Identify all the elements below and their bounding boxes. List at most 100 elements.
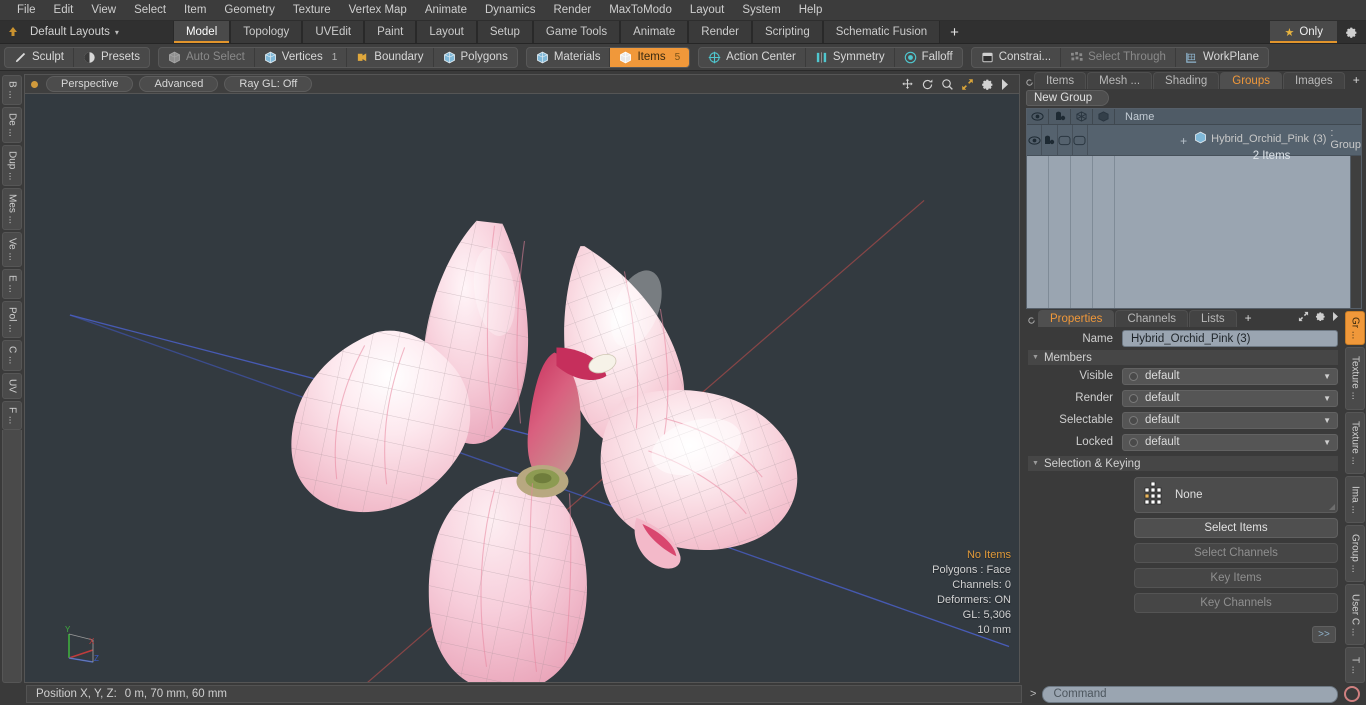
menu-item-animate[interactable]: Animate bbox=[416, 2, 476, 18]
panel-rotate-icon[interactable] bbox=[1025, 316, 1038, 327]
left-tab-pol[interactable]: Pol ... bbox=[2, 300, 22, 339]
wire-icon[interactable] bbox=[1071, 109, 1093, 124]
panel-tab-mesh[interactable]: Mesh ... bbox=[1087, 72, 1153, 89]
toolbar-button-workplane[interactable]: WorkPlane bbox=[1176, 48, 1268, 67]
properties-tab-channels[interactable]: Channels bbox=[1115, 310, 1189, 327]
panel-tab-items[interactable]: Items bbox=[1034, 72, 1087, 89]
toolbar-button-sculpt[interactable]: Sculpt bbox=[5, 47, 74, 67]
left-tab-b[interactable]: B ... bbox=[2, 75, 22, 105]
layout-tab-paint[interactable]: Paint bbox=[364, 21, 417, 43]
add-panel-tab-button[interactable]: + bbox=[1346, 71, 1366, 89]
row-eye-icon[interactable] bbox=[1027, 125, 1043, 155]
toolbar-button-constrai[interactable]: Constrai... bbox=[972, 47, 1062, 67]
left-tab-f[interactable]: F ... bbox=[2, 400, 22, 430]
new-group-button[interactable]: New Group bbox=[1026, 90, 1110, 106]
viewport-pill-perspective[interactable]: Perspective bbox=[46, 76, 134, 92]
gear-icon[interactable] bbox=[1337, 21, 1366, 43]
properties-tab-properties[interactable]: Properties bbox=[1038, 310, 1115, 327]
menu-item-vertex-map[interactable]: Vertex Map bbox=[340, 2, 416, 18]
toolbar-button-auto-select[interactable]: Auto Select bbox=[159, 47, 255, 67]
toolbar-button-presets[interactable]: Presets bbox=[74, 48, 149, 67]
right-tab-texture-1[interactable]: Texture ... bbox=[1345, 347, 1365, 410]
viewport-pill-ray-gl-off[interactable]: Ray GL: Off bbox=[224, 76, 313, 92]
toolbar-button-items[interactable]: Items 5 bbox=[610, 47, 690, 67]
shade-icon[interactable] bbox=[1093, 109, 1115, 124]
menu-item-dynamics[interactable]: Dynamics bbox=[476, 2, 544, 18]
menu-item-system[interactable]: System bbox=[733, 2, 789, 18]
rotate-icon[interactable] bbox=[921, 78, 934, 91]
radio-icon[interactable] bbox=[1129, 415, 1138, 425]
menu-item-file[interactable]: File bbox=[8, 2, 45, 18]
panel-tab-groups[interactable]: Groups bbox=[1220, 72, 1282, 89]
toolbar-button-materials[interactable]: Materials bbox=[527, 47, 611, 67]
right-tab-texture-2[interactable]: Texture ... bbox=[1345, 411, 1365, 475]
menu-item-item[interactable]: Item bbox=[175, 2, 215, 18]
right-tab-ima-3[interactable]: Ima ... bbox=[1345, 476, 1365, 523]
layout-tab-game-tools[interactable]: Game Tools bbox=[532, 21, 621, 43]
menu-item-texture[interactable]: Texture bbox=[284, 2, 340, 18]
viewport-pill-advanced[interactable]: Advanced bbox=[139, 76, 219, 92]
gear-icon[interactable] bbox=[981, 78, 994, 91]
menu-item-geometry[interactable]: Geometry bbox=[215, 2, 284, 18]
menu-item-select[interactable]: Select bbox=[125, 2, 175, 18]
selection-target-field[interactable]: None bbox=[1134, 477, 1338, 513]
left-tab-c[interactable]: C ... bbox=[2, 340, 22, 371]
panel-rotate-icon[interactable] bbox=[1025, 78, 1034, 89]
item-list-empty-area[interactable] bbox=[1027, 156, 1361, 308]
layout-tab-schematic-fusion[interactable]: Schematic Fusion bbox=[822, 21, 941, 43]
toolbar-button-select-through[interactable]: Select Through bbox=[1061, 47, 1176, 67]
layout-preset-selector[interactable]: Default Layouts ▾ bbox=[26, 21, 131, 43]
members-section-header[interactable]: ▼ Members bbox=[1028, 350, 1338, 365]
toolbar-button-boundary[interactable]: Boundary bbox=[347, 47, 434, 67]
item-list[interactable]: Name + Hybrid_Orchid_Pink (3): Group 2 … bbox=[1026, 108, 1362, 309]
menu-item-view[interactable]: View bbox=[82, 2, 125, 18]
layout-tab-animate[interactable]: Animate bbox=[620, 21, 689, 43]
play-arrow-icon[interactable] bbox=[1332, 312, 1339, 324]
left-tab-e[interactable]: E ... bbox=[2, 268, 22, 299]
add-properties-tab-button[interactable]: + bbox=[1238, 309, 1259, 327]
play-arrow-icon[interactable] bbox=[1001, 78, 1009, 90]
layout-tab-topology[interactable]: Topology bbox=[230, 21, 303, 43]
row-wire-toggle[interactable] bbox=[1058, 125, 1073, 155]
radio-icon[interactable] bbox=[1129, 393, 1138, 403]
layout-tab-model[interactable]: Model bbox=[172, 21, 231, 43]
row-shade-toggle[interactable] bbox=[1073, 125, 1089, 155]
menu-item-help[interactable]: Help bbox=[790, 2, 832, 18]
render-icon[interactable] bbox=[1049, 109, 1071, 124]
member-dropdown-selectable[interactable]: default ▼ bbox=[1122, 411, 1338, 429]
expand-icon[interactable] bbox=[1298, 311, 1309, 325]
left-tab-ve[interactable]: Ve ... bbox=[2, 232, 22, 267]
zoom-icon[interactable] bbox=[941, 78, 954, 91]
toolbar-button-falloff[interactable]: Falloff bbox=[895, 48, 962, 67]
left-tab-uv[interactable]: UV bbox=[2, 372, 22, 399]
selection-keying-section-header[interactable]: ▼ Selection & Keying bbox=[1028, 456, 1338, 471]
member-dropdown-visible[interactable]: default ▼ bbox=[1122, 367, 1338, 385]
add-layout-tab-button[interactable]: + bbox=[940, 21, 969, 43]
home-arrow-icon[interactable] bbox=[0, 21, 26, 43]
name-field[interactable]: Hybrid_Orchid_Pink (3) bbox=[1122, 330, 1338, 347]
right-tab-userc-5[interactable]: User C ... bbox=[1345, 584, 1365, 646]
menu-item-layout[interactable]: Layout bbox=[681, 2, 734, 18]
layout-tab-layout[interactable]: Layout bbox=[416, 21, 477, 43]
record-icon[interactable] bbox=[1344, 686, 1360, 702]
left-tab-de[interactable]: De ... bbox=[2, 106, 22, 143]
radio-icon[interactable] bbox=[1129, 437, 1138, 447]
layout-tab-uvedit[interactable]: UVEdit bbox=[302, 21, 365, 43]
properties-tab-lists[interactable]: Lists bbox=[1189, 310, 1237, 327]
layout-tab-scripting[interactable]: Scripting bbox=[751, 21, 823, 43]
gear-icon[interactable] bbox=[1315, 311, 1326, 325]
toolbar-button-action-center[interactable]: Action Center bbox=[699, 47, 806, 67]
right-tab-group-4[interactable]: Group ... bbox=[1345, 524, 1365, 583]
row-body[interactable]: + Hybrid_Orchid_Pink (3) : Group 2 Items bbox=[1088, 125, 1361, 162]
item-list-scrollbar[interactable] bbox=[1350, 156, 1361, 308]
radio-icon[interactable] bbox=[1129, 371, 1138, 381]
right-tab-gr-0[interactable]: Gr ... bbox=[1345, 311, 1365, 345]
row-render-icon[interactable] bbox=[1042, 125, 1058, 155]
table-row[interactable]: + Hybrid_Orchid_Pink (3) : Group 2 Items bbox=[1027, 125, 1361, 162]
toolbar-button-vertices[interactable]: Vertices 1 bbox=[255, 47, 348, 67]
eye-icon[interactable] bbox=[1027, 109, 1049, 124]
right-tab-t-6[interactable]: T ... bbox=[1345, 647, 1365, 684]
menu-item-render[interactable]: Render bbox=[544, 2, 600, 18]
layout-tab-setup[interactable]: Setup bbox=[476, 21, 533, 43]
panel-tab-images[interactable]: Images bbox=[1282, 72, 1345, 89]
